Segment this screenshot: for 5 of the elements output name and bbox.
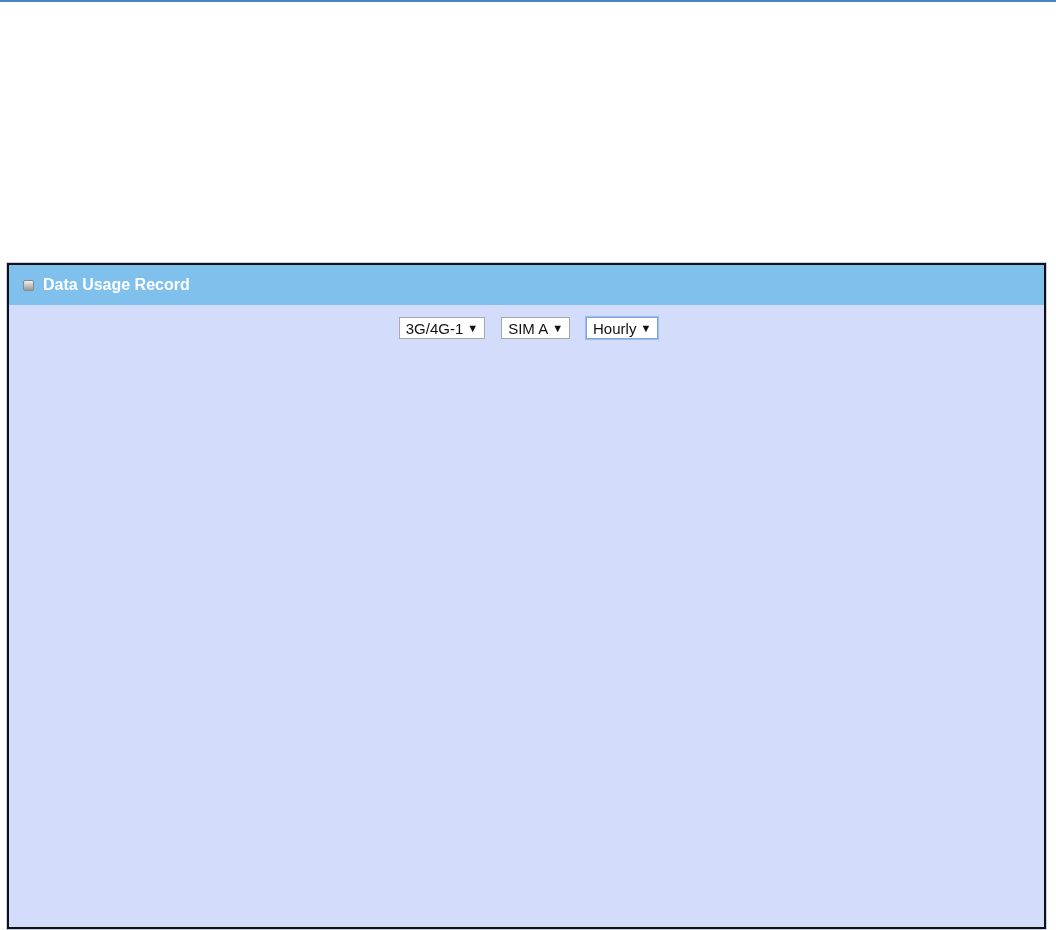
dropdown[interactable]: 3G/4G-1 ▼ xyxy=(398,317,486,339)
dropdown[interactable]: Hourly ▼ xyxy=(586,317,659,339)
dropdown[interactable]: SIM A ▼ xyxy=(501,317,571,339)
panel-title: Data Usage Record xyxy=(43,276,190,294)
square-bullet-icon xyxy=(23,279,34,291)
